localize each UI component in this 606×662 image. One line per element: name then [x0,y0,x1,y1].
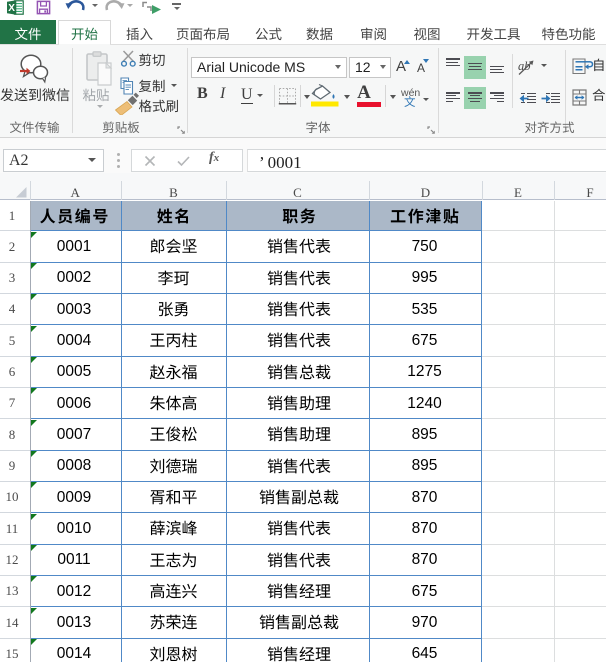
svg-text:X: X [8,3,15,14]
